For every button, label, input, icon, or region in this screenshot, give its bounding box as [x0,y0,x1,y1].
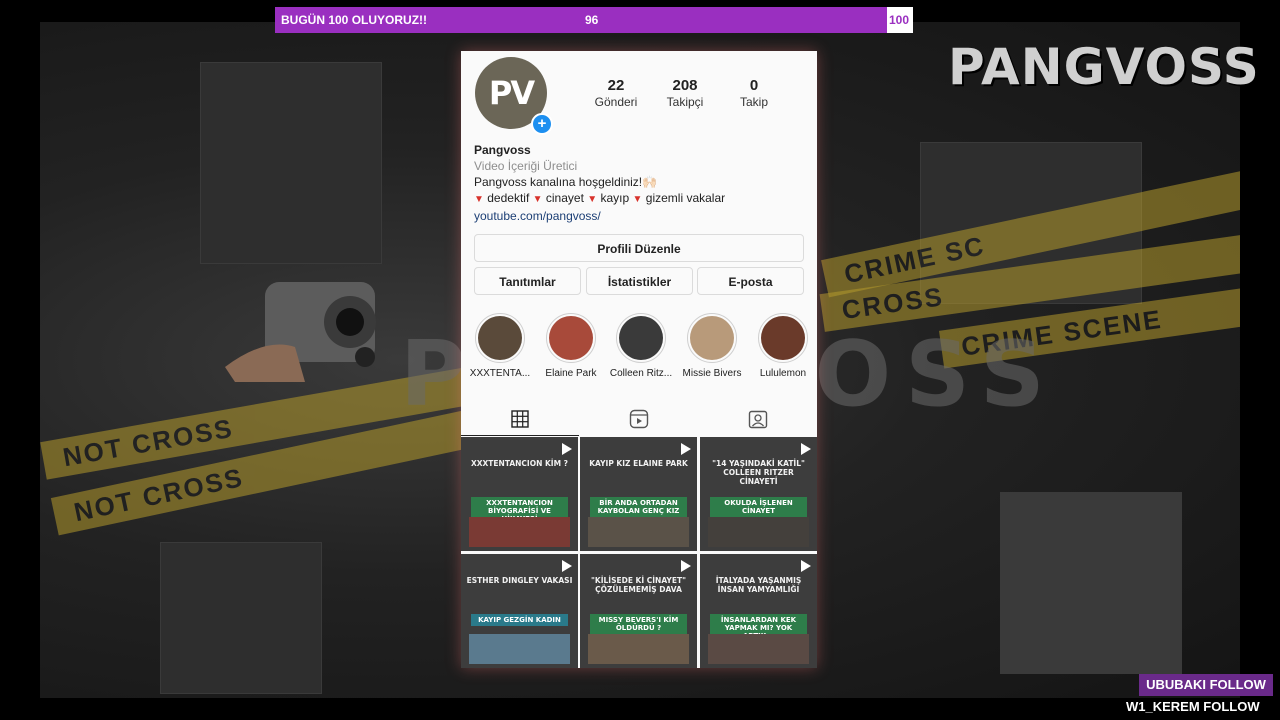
avatar-initials: PV [488,74,535,112]
post-thumbnail [708,634,809,664]
highlight-cover [549,316,593,360]
stat-label: Takipçi [666,95,704,109]
post-title: KAYIP KIZ ELAINE PARK [589,459,688,468]
post-subtitle: MISSY BEVERS'I KİM ÖLDÜRDÜ ? [590,614,687,634]
post-subtitle: KAYIP GEZGİN KADIN [471,614,568,626]
stat-value: 0 [749,77,759,94]
reel-icon [801,560,811,572]
post-tile[interactable]: KAYIP KIZ ELAINE PARK BİR ANDA ORTADAN K… [580,437,697,551]
triangle-icon: ▼ [632,194,643,205]
grid-icon [511,409,529,428]
highlight-ring [475,313,525,363]
post-title: İTALYADA YAŞANMIŞ İNSAN YAMYAMLIĞI [715,576,802,594]
highlight-label: XXXTENTA... [469,368,531,379]
highlight-cover [761,316,805,360]
email-button[interactable]: E-posta [697,267,804,295]
follow-alert-2: W1_KEREM FOLLOW [1126,699,1260,714]
profile-link[interactable]: youtube.com/pangvoss/ [474,208,804,224]
story-highlight[interactable]: Lululemon [748,313,817,379]
profile-tabs [461,402,817,436]
tag: dedektif [487,191,530,205]
post-tile[interactable]: ESTHER DINGLEY VAKASI KAYIP GEZGİN KADIN [461,554,578,668]
tagged-icon [748,410,768,429]
highlight-label: Colleen Ritz... [609,368,673,379]
post-title: "14 YAŞINDAKİ KATİL" COLLEEN RITZER CİNA… [712,459,805,486]
tag: cinayet [545,191,584,205]
highlight-ring [687,313,737,363]
channel-logo: PANGVOSS [948,38,1260,96]
tag: gizemli vakalar [645,191,726,205]
highlight-label: Missie Bivers [682,368,742,379]
goal-current: 96 [585,13,599,27]
stat-label: Gönderi [594,95,638,109]
post-thumbnail [469,634,570,664]
post-title: XXXTENTANCION KİM ? [470,459,569,468]
follow-alert-1: UBUBAKI FOLLOW [1139,674,1273,696]
post-title: "KİLİSEDE Kİ CİNAYET" ÇÖZÜLEMEMİŞ DAVA [590,576,686,594]
highlight-label: Lululemon [759,368,807,379]
story-highlight[interactable]: Elaine Park [536,313,606,379]
stat-posts[interactable]: 22 Gönderi [581,77,651,109]
highlight-cover [690,316,734,360]
tab-reels[interactable] [580,402,698,436]
post-subtitle: OKULDA İŞLENEN CİNAYET [710,497,807,517]
post-thumbnail [588,517,689,547]
profile-name: Pangvoss [474,143,531,157]
stat-label: Takip [739,95,768,109]
insights-button[interactable]: İstatistikler [586,267,693,295]
reel-icon [681,560,691,572]
tab-tagged[interactable] [699,402,817,436]
goal-title: BUGÜN 100 OLUYORUZ!! [281,13,428,27]
goal-bar: BUGÜN 100 OLUYORUZ!! 96 100 [275,7,913,33]
story-highlight[interactable]: XXXTENTA... [465,313,535,379]
profile-welcome: Pangvoss kanalına hoşgeldiniz!🙌🏻 [474,175,658,189]
posts-grid: XXXTENTANCION KİM ? XXXTENTANCION BİYOGR… [461,437,817,668]
triangle-icon: ▼ [474,194,484,205]
reel-icon [562,560,572,572]
post-tile[interactable]: "14 YAŞINDAKİ KATİL" COLLEEN RITZER CİNA… [700,437,817,551]
story-highlight[interactable]: Missie Bivers [677,313,747,379]
goal-target: 100 [888,13,909,27]
promotions-button[interactable]: Tanıtımlar [474,267,581,295]
highlight-cover [619,316,663,360]
profile-category: Video İçeriği Üretici [474,159,578,173]
background-paper [1000,492,1182,674]
highlight-ring [616,313,666,363]
reel-icon [681,443,691,455]
add-story-icon[interactable]: + [531,113,553,135]
reel-icon [562,443,572,455]
reel-icon [801,443,811,455]
profile-bio: Pangvoss Video İçeriği Üretici Pangvoss … [474,142,804,224]
reels-icon [629,409,649,429]
stat-followers[interactable]: 208 Takipçi [650,77,720,109]
instagram-profile-screen: PV + 22 Gönderi 208 Takipçi 0 Takip Pang… [461,51,817,668]
tag: kayıp [600,191,630,205]
background-paper [160,542,322,694]
stat-value: 22 [607,77,625,94]
highlight-ring [758,313,808,363]
story-highlight[interactable]: Colleen Ritz... [606,313,676,379]
triangle-icon: ▼ [532,194,543,205]
post-thumbnail [469,517,570,547]
edit-profile-button[interactable]: Profili Düzenle [474,234,804,262]
highlight-label: Elaine Park [545,368,597,379]
highlight-cover [478,316,522,360]
post-thumbnail [588,634,689,664]
tab-grid[interactable] [461,402,579,436]
stat-value: 208 [672,77,698,94]
post-title: ESTHER DINGLEY VAKASI [466,576,573,585]
post-thumbnail [708,517,809,547]
stat-following[interactable]: 0 Takip [719,77,789,109]
profile-tags: ▼ dedektif ▼ cinayet ▼ kayıp ▼ gizemli v… [474,190,804,208]
gun-icon [225,282,376,382]
post-tile[interactable]: XXXTENTANCION KİM ? XXXTENTANCION BİYOGR… [461,437,578,551]
triangle-icon: ▼ [587,194,598,205]
post-subtitle: BİR ANDA ORTADAN KAYBOLAN GENÇ KIZ [590,497,687,517]
post-tile[interactable]: "KİLİSEDE Kİ CİNAYET" ÇÖZÜLEMEMİŞ DAVA M… [580,554,697,668]
post-tile[interactable]: İTALYADA YAŞANMIŞ İNSAN YAMYAMLIĞI İNSAN… [700,554,817,668]
highlight-ring [546,313,596,363]
background-paper [200,62,382,264]
